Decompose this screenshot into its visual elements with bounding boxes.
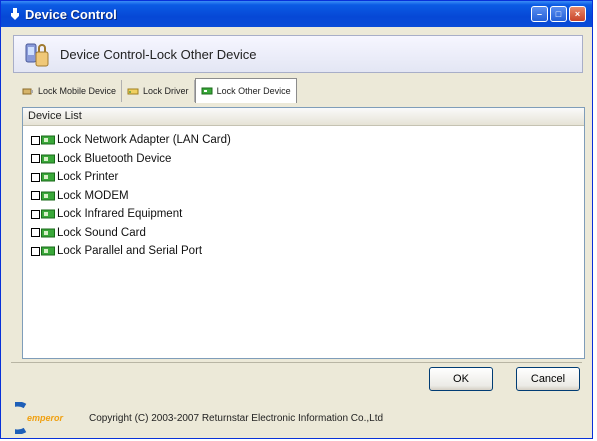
title-bar[interactable]: Device Control – □ × [1, 1, 592, 27]
checkbox[interactable] [31, 209, 40, 219]
device-item-parallel-serial[interactable]: Lock Parallel and Serial Port [31, 242, 584, 261]
divider [11, 362, 582, 363]
tab-bar: Lock Mobile Device Lock Driver Lock Othe… [17, 78, 297, 103]
tab-label: Lock Mobile Device [38, 86, 117, 96]
device-item-lan[interactable]: Lock Network Adapter (LAN Card) [31, 131, 584, 150]
emperor-logo: emperor [15, 402, 64, 434]
device-icon [41, 172, 55, 182]
device-item-label: Lock Parallel and Serial Port [57, 245, 203, 258]
checkbox[interactable] [31, 246, 40, 256]
device-item-bluetooth[interactable]: Lock Bluetooth Device [31, 150, 584, 169]
tab-label: Lock Other Device [216, 86, 291, 96]
svg-text:emperor: emperor [27, 413, 64, 423]
device-icon [41, 246, 55, 256]
checkbox[interactable] [31, 135, 40, 145]
device-item-label: Lock Infrared Equipment [57, 208, 183, 221]
device-item-label: Lock Sound Card [57, 226, 146, 239]
device-item-label: Lock Bluetooth Device [57, 152, 172, 165]
device-icon [41, 209, 55, 219]
tab-label: Lock Driver [143, 86, 189, 96]
drive-icon [127, 88, 139, 95]
device-item-label: Lock Printer [57, 171, 119, 184]
page-title: Device Control-Lock Other Device [60, 46, 257, 62]
device-icon [41, 228, 55, 238]
ok-button[interactable]: OK [429, 367, 493, 391]
device-list: Device List Lock Network Adapter (LAN Ca… [22, 107, 585, 359]
device-item-sound-card[interactable]: Lock Sound Card [31, 224, 584, 243]
device-icon [41, 154, 55, 164]
app-icon [11, 8, 19, 20]
header-panel: Device Control-Lock Other Device [13, 35, 583, 73]
cancel-button[interactable]: Cancel [516, 367, 580, 391]
copyright-text: Copyright (C) 2003-2007 Returnstar Elect… [89, 412, 384, 424]
device-control-icon [25, 43, 49, 67]
checkbox[interactable] [31, 228, 40, 238]
device-item-modem[interactable]: Lock MODEM [31, 187, 584, 206]
window-title: Device Control [25, 6, 117, 22]
device-control-window: Device Control – □ × Device Control-Lock… [0, 0, 593, 439]
tab-lock-mobile-device[interactable]: Lock Mobile Device [17, 80, 123, 102]
device-icon [201, 87, 213, 95]
device-item-label: Lock MODEM [57, 189, 129, 202]
checkbox[interactable] [31, 191, 40, 201]
checkbox[interactable] [31, 172, 40, 182]
device-list-header: Device List [23, 108, 584, 126]
checkbox[interactable] [31, 154, 40, 164]
device-icon [41, 135, 55, 145]
usb-drive-icon [22, 88, 33, 95]
device-item-infrared[interactable]: Lock Infrared Equipment [31, 205, 584, 224]
device-icon [41, 191, 55, 201]
maximize-button[interactable]: □ [550, 6, 567, 22]
close-button[interactable]: × [569, 6, 586, 22]
tab-lock-driver[interactable]: Lock Driver [122, 80, 195, 102]
minimize-button[interactable]: – [531, 6, 548, 22]
device-item-label: Lock Network Adapter (LAN Card) [57, 134, 231, 147]
tab-lock-other-device[interactable]: Lock Other Device [194, 78, 297, 103]
footer: emperor Copyright (C) 2003-2007 Returnst… [1, 397, 592, 439]
device-item-printer[interactable]: Lock Printer [31, 168, 584, 187]
